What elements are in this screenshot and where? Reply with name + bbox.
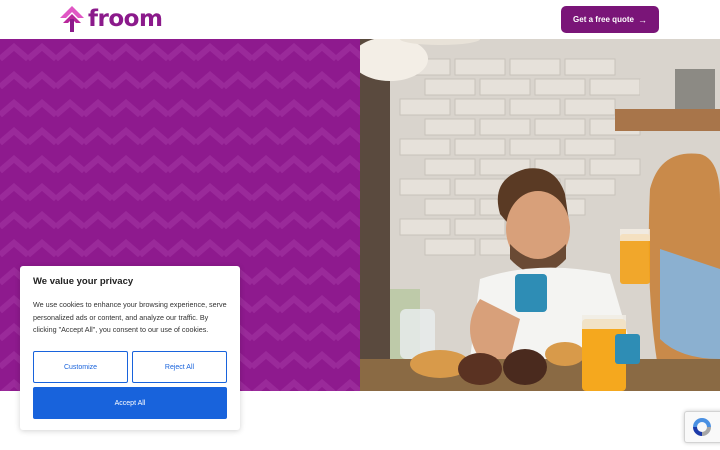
froom-logo-icon [60,6,84,32]
brand-name: froom [88,6,163,32]
couple-breakfast-photo [360,39,720,391]
cookie-body-text: We use cookies to enhance your browsing … [33,300,227,334]
recaptcha-icon [693,418,711,436]
accept-all-button[interactable]: Accept All [33,387,227,419]
get-quote-button[interactable]: Get a free quote → [561,6,659,33]
site-header: froom Get a free quote → [0,0,720,39]
cookie-consent-banner: We value your privacy We use cookies to … [20,266,240,430]
arrow-right-icon: → [637,14,647,25]
recaptcha-badge[interactable] [684,411,720,443]
get-quote-label: Get a free quote [573,15,634,24]
cookie-title: We value your privacy [33,276,134,287]
reject-all-button[interactable]: Reject All [132,351,227,383]
froom-logo[interactable]: froom [59,5,163,33]
cookie-button-row: Customize Reject All [33,351,227,383]
customize-button[interactable]: Customize [33,351,128,383]
